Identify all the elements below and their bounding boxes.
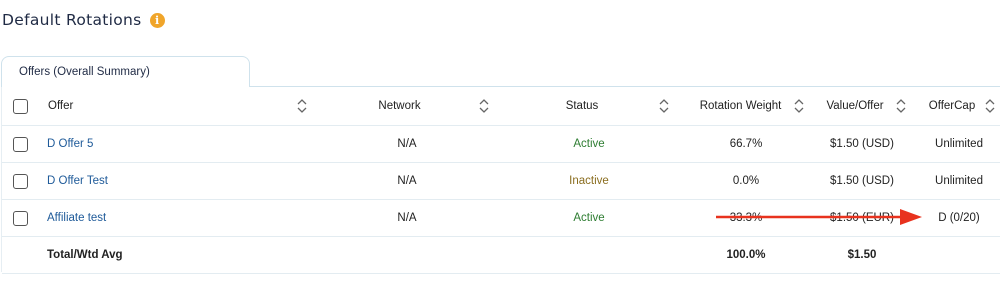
info-icon[interactable]: i xyxy=(149,12,165,28)
status-cell: Inactive xyxy=(569,175,609,187)
sort-icon[interactable] xyxy=(659,99,669,113)
title-row: Default Rotations i xyxy=(2,11,165,29)
select-all-checkbox[interactable] xyxy=(13,99,28,114)
page-title: Default Rotations xyxy=(2,11,142,29)
row-checkbox[interactable] xyxy=(13,211,28,226)
status-cell: Active xyxy=(573,212,605,224)
row-checkbox[interactable] xyxy=(13,174,28,189)
network-cell: N/A xyxy=(397,212,417,224)
total-value-offer: $1.50 xyxy=(847,249,877,261)
network-cell: N/A xyxy=(397,175,417,187)
offer-link[interactable]: Affiliate test xyxy=(47,200,106,236)
table-row: D Offer Test N/A Inactive 0.0% $1.50 (US… xyxy=(2,163,1000,200)
tab-offers-overall-summary[interactable]: Offers (Overall Summary) xyxy=(1,56,250,87)
column-header-network[interactable]: Network xyxy=(342,87,457,125)
offercap-cell: Unlimited xyxy=(935,175,983,187)
sort-icon[interactable] xyxy=(297,99,307,113)
table-header-row: Offer Network Status Rotation Weight Val… xyxy=(2,87,1000,126)
offers-table: Offer Network Status Rotation Weight Val… xyxy=(1,86,1000,274)
tab-label: Offers (Overall Summary) xyxy=(19,66,150,78)
status-cell: Active xyxy=(573,138,605,150)
sort-icon[interactable] xyxy=(479,99,489,113)
value-offer-cell: $1.50 (USD) xyxy=(830,138,894,150)
sort-icon[interactable] xyxy=(794,99,804,113)
value-offer-cell: $1.50 (USD) xyxy=(830,175,894,187)
table-row: D Offer 5 N/A Active 66.7% $1.50 (USD) U… xyxy=(2,126,1000,163)
offercap-cell: Unlimited xyxy=(935,138,983,150)
rotation-weight-cell: 0.0% xyxy=(732,175,760,187)
value-offer-cell: $1.50 (EUR) xyxy=(830,212,894,224)
offercap-cell: D (0/20) xyxy=(938,212,980,224)
offer-link[interactable]: D Offer 5 xyxy=(47,126,93,162)
page: Default Rotations i Offers (Overall Summ… xyxy=(0,0,1000,288)
total-rotation-weight: 100.0% xyxy=(726,249,766,261)
sort-icon[interactable] xyxy=(896,99,906,113)
network-cell: N/A xyxy=(397,138,417,150)
row-checkbox[interactable] xyxy=(13,137,28,152)
column-header-status[interactable]: Status xyxy=(532,87,632,125)
column-header-offer[interactable]: Offer xyxy=(48,87,73,125)
rotation-weight-cell: 66.7% xyxy=(729,138,763,150)
column-header-rotation-weight[interactable]: Rotation Weight xyxy=(688,87,793,125)
total-label: Total/Wtd Avg xyxy=(47,249,123,261)
table-row: Affiliate test N/A Active 33.3% $1.50 (E… xyxy=(2,200,1000,237)
total-row: Total/Wtd Avg 100.0% $1.50 xyxy=(2,237,1000,274)
rotation-weight-cell: 33.3% xyxy=(729,212,763,224)
offer-link[interactable]: D Offer Test xyxy=(47,163,108,199)
column-header-offercap[interactable]: OfferCap xyxy=(922,87,982,125)
sort-icon[interactable] xyxy=(985,99,995,113)
column-header-value-offer[interactable]: Value/Offer xyxy=(815,87,895,125)
